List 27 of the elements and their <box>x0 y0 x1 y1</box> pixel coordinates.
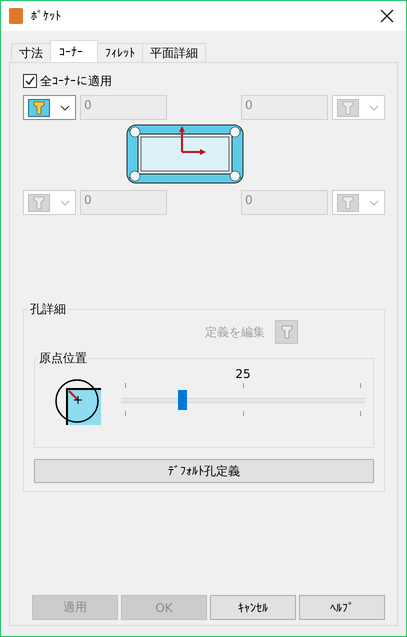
tool-holder-icon <box>280 324 294 340</box>
group-title: 孔詳細 <box>29 301 67 318</box>
chevron-icon <box>60 200 70 206</box>
tool-holder-icon <box>28 194 50 212</box>
tool-holder-icon <box>337 98 359 116</box>
app-logo-icon <box>9 8 23 24</box>
dialog-button[interactable]: ｷｬﾝｾﾙ <box>210 595 296 620</box>
dialog-button[interactable]: ﾍﾙﾌﾟ <box>299 595 385 620</box>
tab[interactable]: 平面詳細 <box>142 43 206 62</box>
origin-position-drawing <box>55 379 103 427</box>
default-definition-button[interactable]: ﾃﾞﾌｫﾙﾄ孔定義 <box>34 459 374 483</box>
slider-value: 25 <box>235 367 251 383</box>
tool-dropdown[interactable] <box>23 95 76 120</box>
chevron-icon <box>369 200 379 206</box>
checkbox-label: 全ｺｰﾅｰに適用 <box>40 72 112 90</box>
chevron-icon <box>369 104 379 110</box>
close-icon[interactable] <box>380 9 394 23</box>
slider-thumb[interactable] <box>178 390 187 410</box>
tab[interactable]: ｺｰﾅｰ <box>50 40 98 62</box>
window-title: ﾎﾟｹｯﾄ <box>31 9 62 23</box>
tool-holder-icon <box>28 98 50 116</box>
edit-definition-label: 定義を編集 <box>205 324 265 340</box>
chevron-icon <box>60 104 70 110</box>
tab[interactable]: 寸法 <box>11 43 51 62</box>
checkbox[interactable] <box>23 74 37 88</box>
group-title: 原点位置 <box>38 350 88 367</box>
tool-holder-icon <box>337 194 359 212</box>
